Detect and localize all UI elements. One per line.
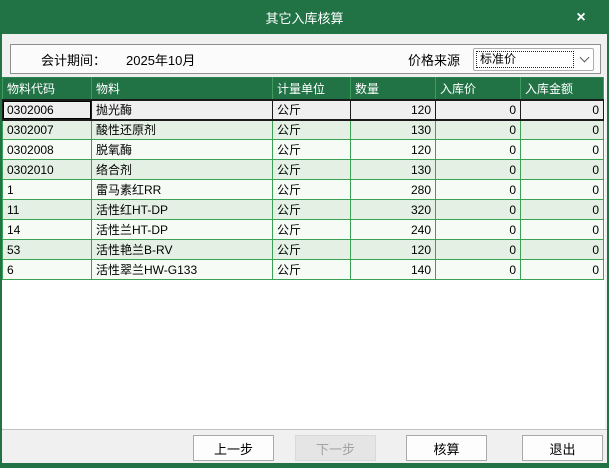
cell-price[interactable]: 0 [435, 139, 521, 160]
cell-amount[interactable]: 0 [520, 199, 604, 220]
dialog-title: 其它入库核算 [265, 10, 344, 26]
materials-table: 物料代码 物料 计量单位 数量 入库价 入库金额 0302006 抛光酶 公斤 … [2, 77, 604, 280]
dialog-window: 其它入库核算 × 会计期间： 2025年10月 价格来源 标准价 物料代码 物料… [0, 0, 609, 468]
cell-amount[interactable]: 0 [520, 179, 604, 200]
cell-price[interactable]: 0 [435, 239, 521, 260]
close-icon[interactable]: × [571, 8, 591, 28]
materials-grid: 物料代码 物料 计量单位 数量 入库价 入库金额 0302006 抛光酶 公斤 … [2, 77, 605, 429]
cell-unit[interactable]: 公斤 [272, 159, 351, 180]
cell-unit[interactable]: 公斤 [272, 239, 351, 260]
cell-amount[interactable]: 0 [520, 259, 604, 280]
cell-material[interactable]: 脱氧酶 [91, 139, 273, 160]
cell-qty[interactable]: 120 [350, 98, 436, 121]
table-row[interactable]: 11 活性红HT-DP 公斤 320 0 0 [2, 199, 604, 220]
calculate-button[interactable]: 核算 [406, 435, 487, 461]
table-row[interactable]: 14 活性兰HT-DP 公斤 240 0 0 [2, 219, 604, 240]
chevron-down-icon[interactable] [575, 52, 593, 62]
cell-material[interactable]: 雷马素红RR [91, 179, 273, 200]
column-header-material[interactable]: 物料 [91, 77, 273, 100]
cell-amount[interactable]: 0 [520, 239, 604, 260]
cell-price[interactable]: 0 [435, 199, 521, 220]
price-source-label: 价格来源 [407, 52, 460, 68]
cell-qty[interactable]: 130 [350, 159, 436, 180]
cell-code[interactable]: 14 [2, 219, 92, 240]
header-row: 物料代码 物料 计量单位 数量 入库价 入库金额 [2, 77, 604, 100]
cell-code[interactable]: 0302006 [2, 98, 92, 121]
cell-material[interactable]: 活性翠兰HW-G133 [91, 259, 273, 280]
cell-price[interactable]: 0 [435, 219, 521, 240]
cell-qty[interactable]: 120 [350, 139, 436, 160]
table-row[interactable]: 0302010 络合剂 公斤 130 0 0 [2, 159, 604, 180]
table-row[interactable]: 53 活性艳兰B-RV 公斤 120 0 0 [2, 239, 604, 260]
cell-unit[interactable]: 公斤 [272, 179, 351, 200]
cell-price[interactable]: 0 [435, 179, 521, 200]
cell-price[interactable]: 0 [435, 98, 521, 121]
table-row[interactable]: 0302007 酸性还原剂 公斤 130 0 0 [2, 119, 604, 140]
period-value: 2025年10月 [126, 52, 196, 68]
cell-qty[interactable]: 280 [350, 179, 436, 200]
period-label: 会计期间： [41, 52, 107, 68]
table-row[interactable]: 0302008 脱氧酶 公斤 120 0 0 [2, 139, 604, 160]
cell-amount[interactable]: 0 [520, 159, 604, 180]
cell-qty[interactable]: 120 [350, 239, 436, 260]
column-header-price[interactable]: 入库价 [435, 77, 521, 100]
cell-qty[interactable]: 140 [350, 259, 436, 280]
cell-material[interactable]: 活性兰HT-DP [91, 219, 273, 240]
cell-amount[interactable]: 0 [520, 219, 604, 240]
cell-code[interactable]: 1 [2, 179, 92, 200]
cell-code[interactable]: 0302007 [2, 119, 92, 140]
filter-bar: 会计期间： 2025年10月 价格来源 标准价 [10, 44, 601, 74]
cell-price[interactable]: 0 [435, 259, 521, 280]
cell-material[interactable]: 抛光酶 [91, 98, 273, 121]
cell-code[interactable]: 11 [2, 199, 92, 220]
cell-code[interactable]: 0302010 [2, 159, 92, 180]
cell-unit[interactable]: 公斤 [272, 259, 351, 280]
table-row[interactable]: 1 雷马素红RR 公斤 280 0 0 [2, 179, 604, 200]
table-row[interactable]: 0302006 抛光酶 公斤 120 0 0 [2, 98, 604, 121]
button-bar: 上一步 下一步 核算 退出 [2, 429, 607, 463]
cell-unit[interactable]: 公斤 [272, 219, 351, 240]
cell-amount[interactable]: 0 [520, 119, 604, 140]
column-header-code[interactable]: 物料代码 [2, 77, 92, 100]
column-header-qty[interactable]: 数量 [350, 77, 436, 100]
cell-unit[interactable]: 公斤 [272, 139, 351, 160]
column-header-amount[interactable]: 入库金额 [520, 77, 604, 100]
titlebar: 其它入库核算 × [0, 0, 609, 34]
cell-code[interactable]: 6 [2, 259, 92, 280]
cell-material[interactable]: 络合剂 [91, 159, 273, 180]
cell-code[interactable]: 53 [2, 239, 92, 260]
price-source-select[interactable]: 标准价 [473, 47, 594, 71]
cell-qty[interactable]: 240 [350, 219, 436, 240]
cell-price[interactable]: 0 [435, 159, 521, 180]
cell-material[interactable]: 活性红HT-DP [91, 199, 273, 220]
cell-code[interactable]: 0302008 [2, 139, 92, 160]
cell-unit[interactable]: 公斤 [272, 119, 351, 140]
column-header-unit[interactable]: 计量单位 [272, 77, 351, 100]
next-step-button[interactable]: 下一步 [295, 435, 376, 461]
cell-price[interactable]: 0 [435, 119, 521, 140]
previous-step-button[interactable]: 上一步 [193, 435, 274, 461]
table-row[interactable]: 6 活性翠兰HW-G133 公斤 140 0 0 [2, 259, 604, 280]
price-source-value: 标准价 [476, 50, 574, 68]
exit-button[interactable]: 退出 [522, 435, 603, 461]
cell-qty[interactable]: 320 [350, 199, 436, 220]
cell-material[interactable]: 活性艳兰B-RV [91, 239, 273, 260]
cell-qty[interactable]: 130 [350, 119, 436, 140]
cell-amount[interactable]: 0 [520, 139, 604, 160]
client-area: 会计期间： 2025年10月 价格来源 标准价 物料代码 物料 计量单位 数量 … [2, 34, 607, 463]
cell-amount[interactable]: 0 [520, 98, 604, 121]
cell-unit[interactable]: 公斤 [272, 98, 351, 121]
cell-material[interactable]: 酸性还原剂 [91, 119, 273, 140]
cell-unit[interactable]: 公斤 [272, 199, 351, 220]
